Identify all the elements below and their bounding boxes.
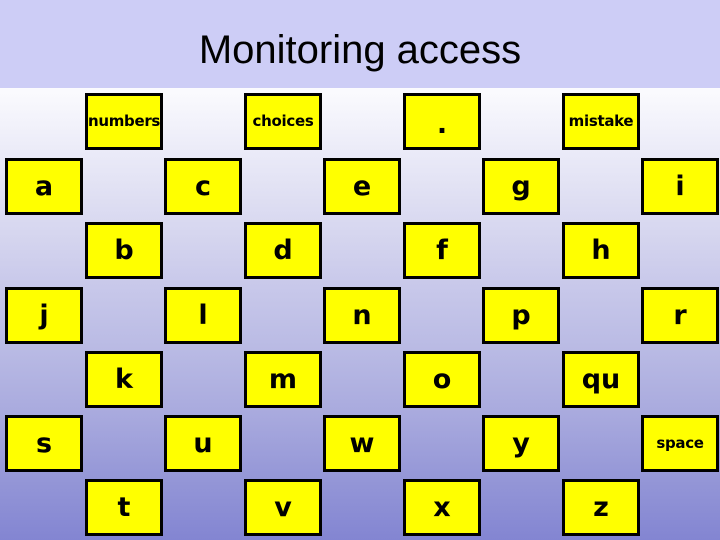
key-mistake[interactable]: mistake [562, 93, 640, 150]
key-m[interactable]: m [244, 351, 322, 408]
key-a[interactable]: a [5, 158, 83, 215]
key-u[interactable]: u [164, 415, 242, 472]
key-d[interactable]: d [244, 222, 322, 279]
key-j[interactable]: j [5, 287, 83, 344]
key-h[interactable]: h [562, 222, 640, 279]
key-b[interactable]: b [85, 222, 163, 279]
key-r[interactable]: r [641, 287, 719, 344]
key-l[interactable]: l [164, 287, 242, 344]
key-space[interactable]: space [641, 415, 719, 472]
key-t[interactable]: t [85, 479, 163, 536]
key-k[interactable]: k [85, 351, 163, 408]
key-x[interactable]: x [403, 479, 481, 536]
key-w[interactable]: w [323, 415, 401, 472]
key-o[interactable]: o [403, 351, 481, 408]
key-y[interactable]: y [482, 415, 560, 472]
key-n[interactable]: n [323, 287, 401, 344]
key-z[interactable]: z [562, 479, 640, 536]
key-i[interactable]: i [641, 158, 719, 215]
title-band: Monitoring access [0, 0, 720, 88]
key-qu[interactable]: qu [562, 351, 640, 408]
key-choices[interactable]: choices [244, 93, 322, 150]
slide-canvas: Monitoring access numbers choices. mistake… [0, 0, 720, 540]
key-f[interactable]: f [403, 222, 481, 279]
key-p[interactable]: p [482, 287, 560, 344]
key-[interactable]: . [403, 93, 481, 150]
key-v[interactable]: v [244, 479, 322, 536]
key-numbers[interactable]: numbers [85, 93, 163, 150]
key-c[interactable]: c [164, 158, 242, 215]
key-s[interactable]: s [5, 415, 83, 472]
key-g[interactable]: g [482, 158, 560, 215]
page-title: Monitoring access [198, 28, 522, 72]
key-e[interactable]: e [323, 158, 401, 215]
